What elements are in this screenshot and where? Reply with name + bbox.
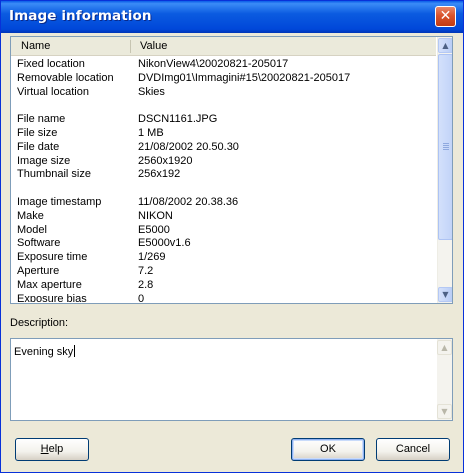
list-rows: Fixed location NikonView4\20020821-205017… (11, 58, 436, 302)
title-bar[interactable]: Image information ✕ (1, 1, 463, 33)
scroll-thumb[interactable] (438, 54, 452, 240)
close-button[interactable]: ✕ (435, 6, 456, 27)
list-row[interactable]: Exposure bias 0 (11, 293, 436, 302)
list-row[interactable]: File size 1 MB (11, 127, 436, 141)
up-arrow-icon: ▲ (441, 343, 448, 352)
property-value: Skies (138, 85, 165, 98)
property-name: Exposure bias (17, 292, 87, 302)
property-name: Fixed location (17, 58, 85, 70)
property-name: Exposure time (17, 251, 88, 264)
property-value: 1/269 (138, 251, 166, 264)
list-row[interactable]: Software E5000v1.6 (11, 237, 436, 251)
list-row[interactable]: Image timestamp 11/08/2002 20.38.36 (11, 196, 436, 210)
property-name: Image size (17, 154, 71, 167)
help-mnemonic: H (40, 443, 49, 455)
property-name: Removable location (17, 71, 114, 84)
property-value: 2.8 (138, 278, 154, 291)
column-separator[interactable] (130, 40, 131, 53)
property-value: NIKON (138, 209, 173, 222)
property-name: Virtual location (17, 85, 89, 98)
property-name: Model (17, 223, 47, 236)
text-caret (74, 345, 76, 357)
list-row[interactable]: Fixed location NikonView4\20020821-205017 (11, 58, 436, 72)
description-scrollbar[interactable]: ▲ ▼ (437, 339, 452, 420)
list-row[interactable]: Removable location DVDImg01\Immagini#15\2… (11, 72, 436, 86)
property-value: DVDImg01\Immagini#15\20020821-205017 (138, 71, 351, 84)
property-value: 256x192 (138, 168, 181, 181)
dialog-title: Image information (9, 8, 152, 24)
property-value: 7.2 (138, 264, 154, 277)
property-name: File size (17, 126, 58, 139)
down-arrow-icon: ▼ (441, 407, 448, 416)
column-header-name[interactable]: Name (21, 40, 50, 52)
property-value: NikonView4\20020821-205017 (138, 58, 289, 70)
property-value: DSCN1161.JPG (138, 113, 218, 126)
description-scroll-down-button[interactable]: ▼ (437, 404, 452, 419)
up-arrow-icon: ▲ (442, 41, 449, 50)
thumb-grip (443, 145, 449, 146)
list-vertical-scrollbar[interactable]: ▲ ▼ (437, 37, 452, 303)
ok-label: OK (320, 443, 336, 455)
description-textarea[interactable]: Evening sky ▲ ▼ (10, 338, 453, 421)
column-header-value[interactable]: Value (140, 40, 167, 52)
property-name: Thumbnail size (17, 168, 91, 181)
property-name: Software (17, 237, 61, 250)
down-arrow-icon: ▼ (442, 290, 449, 299)
property-value: E5000 (138, 223, 170, 236)
property-name: Aperture (17, 264, 60, 277)
close-icon: ✕ (439, 8, 452, 24)
list-row[interactable]: File name DSCN1161.JPG (11, 113, 436, 127)
cancel-button[interactable]: Cancel (376, 438, 450, 461)
thumb-grip (443, 149, 449, 150)
cancel-label: Cancel (395, 443, 431, 455)
list-row[interactable] (11, 182, 436, 196)
property-name: Make (17, 209, 44, 222)
ok-button[interactable]: OK (291, 438, 365, 461)
property-name: File name (17, 113, 66, 126)
property-name: Image timestamp (17, 195, 102, 208)
property-value: 1 MB (138, 126, 164, 139)
list-row[interactable]: Image size 2560x1920 (11, 155, 436, 169)
thumb-grip (443, 147, 449, 148)
list-row[interactable]: Virtual location Skies (11, 86, 436, 100)
property-name: Max aperture (17, 278, 82, 291)
property-value: 21/08/2002 20.50.30 (138, 140, 239, 153)
image-information-dialog: Image information ✕ Name Value Fixed loc… (0, 0, 464, 473)
property-value: 0 (138, 292, 145, 302)
description-label: Description: (10, 317, 69, 329)
thumb-grip (443, 143, 449, 144)
list-row[interactable]: Aperture 7.2 (11, 265, 436, 279)
list-row[interactable]: Thumbnail size 256x192 (11, 168, 436, 182)
description-text[interactable]: Evening sky (14, 345, 76, 358)
description-scroll-up-button[interactable]: ▲ (437, 340, 452, 355)
scroll-down-button[interactable]: ▼ (438, 287, 452, 302)
help-label: elp (48, 443, 64, 455)
list-row[interactable]: Exposure time 1/269 (11, 251, 436, 265)
property-value: 11/08/2002 20.38.36 (138, 195, 239, 208)
description-value: Evening sky (14, 346, 74, 358)
help-button[interactable]: Help (15, 438, 89, 461)
image-info-list[interactable]: Name Value Fixed location NikonView4\2002… (10, 36, 453, 304)
scroll-up-button[interactable]: ▲ (438, 38, 452, 53)
list-row[interactable]: File date 21/08/2002 20.50.30 (11, 141, 436, 155)
list-row[interactable] (11, 99, 436, 113)
property-name: File date (17, 140, 60, 153)
list-row[interactable]: Make NIKON (11, 210, 436, 224)
list-header: Name Value (11, 37, 436, 56)
property-value: E5000v1.6 (138, 237, 191, 250)
property-value: 2560x1920 (138, 154, 193, 167)
list-row[interactable]: Max aperture 2.8 (11, 279, 436, 293)
list-row[interactable]: Model E5000 (11, 224, 436, 238)
